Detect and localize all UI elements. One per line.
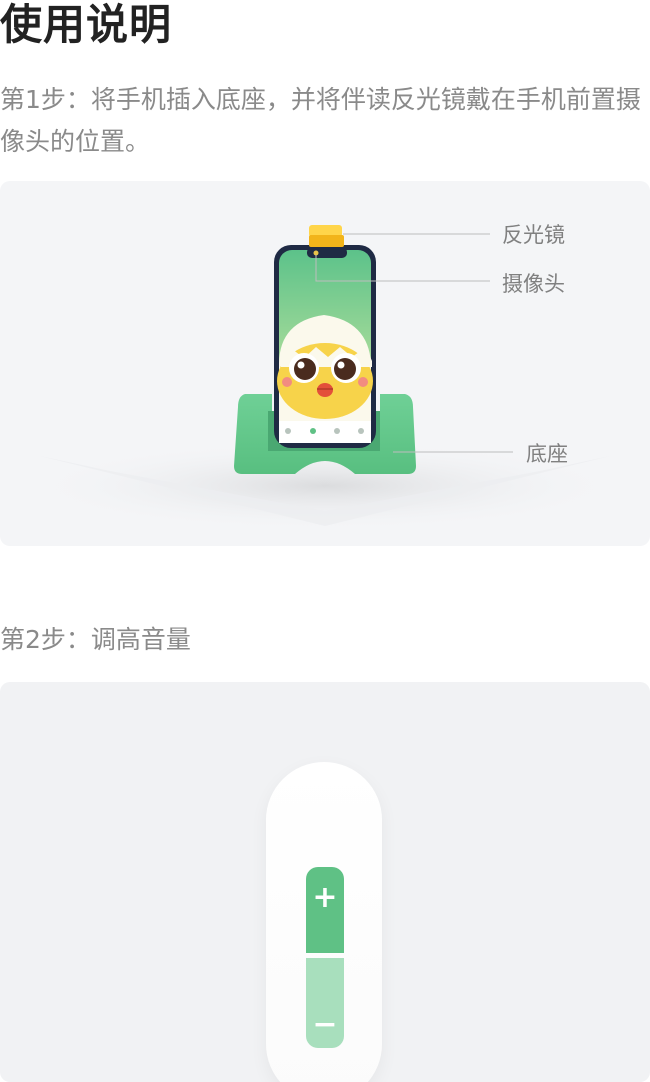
phone <box>274 245 376 448</box>
step-1-instruction: 第1步：将手机插入底座，并将伴读反光镜戴在手机前置摄像头的位置。 <box>0 85 641 156</box>
mirror-clip <box>309 225 344 247</box>
mirror-label: 反光镜 <box>502 223 565 247</box>
volume-down-button[interactable]: − <box>306 958 344 1048</box>
volume-control-panel: + − <box>266 762 382 1082</box>
step-1-illustration-card: 反光镜 摄像头 底座 <box>0 181 650 546</box>
step-2-instruction: 第2步：调高音量 <box>0 625 191 654</box>
camera-label: 摄像头 <box>502 272 565 296</box>
step-2-illustration-card: + − <box>0 682 650 1082</box>
base-label: 底座 <box>526 442 568 466</box>
camera-dot <box>313 250 319 256</box>
volume-up-button[interactable]: + <box>306 867 344 953</box>
page-title: 使用说明 <box>0 0 173 49</box>
